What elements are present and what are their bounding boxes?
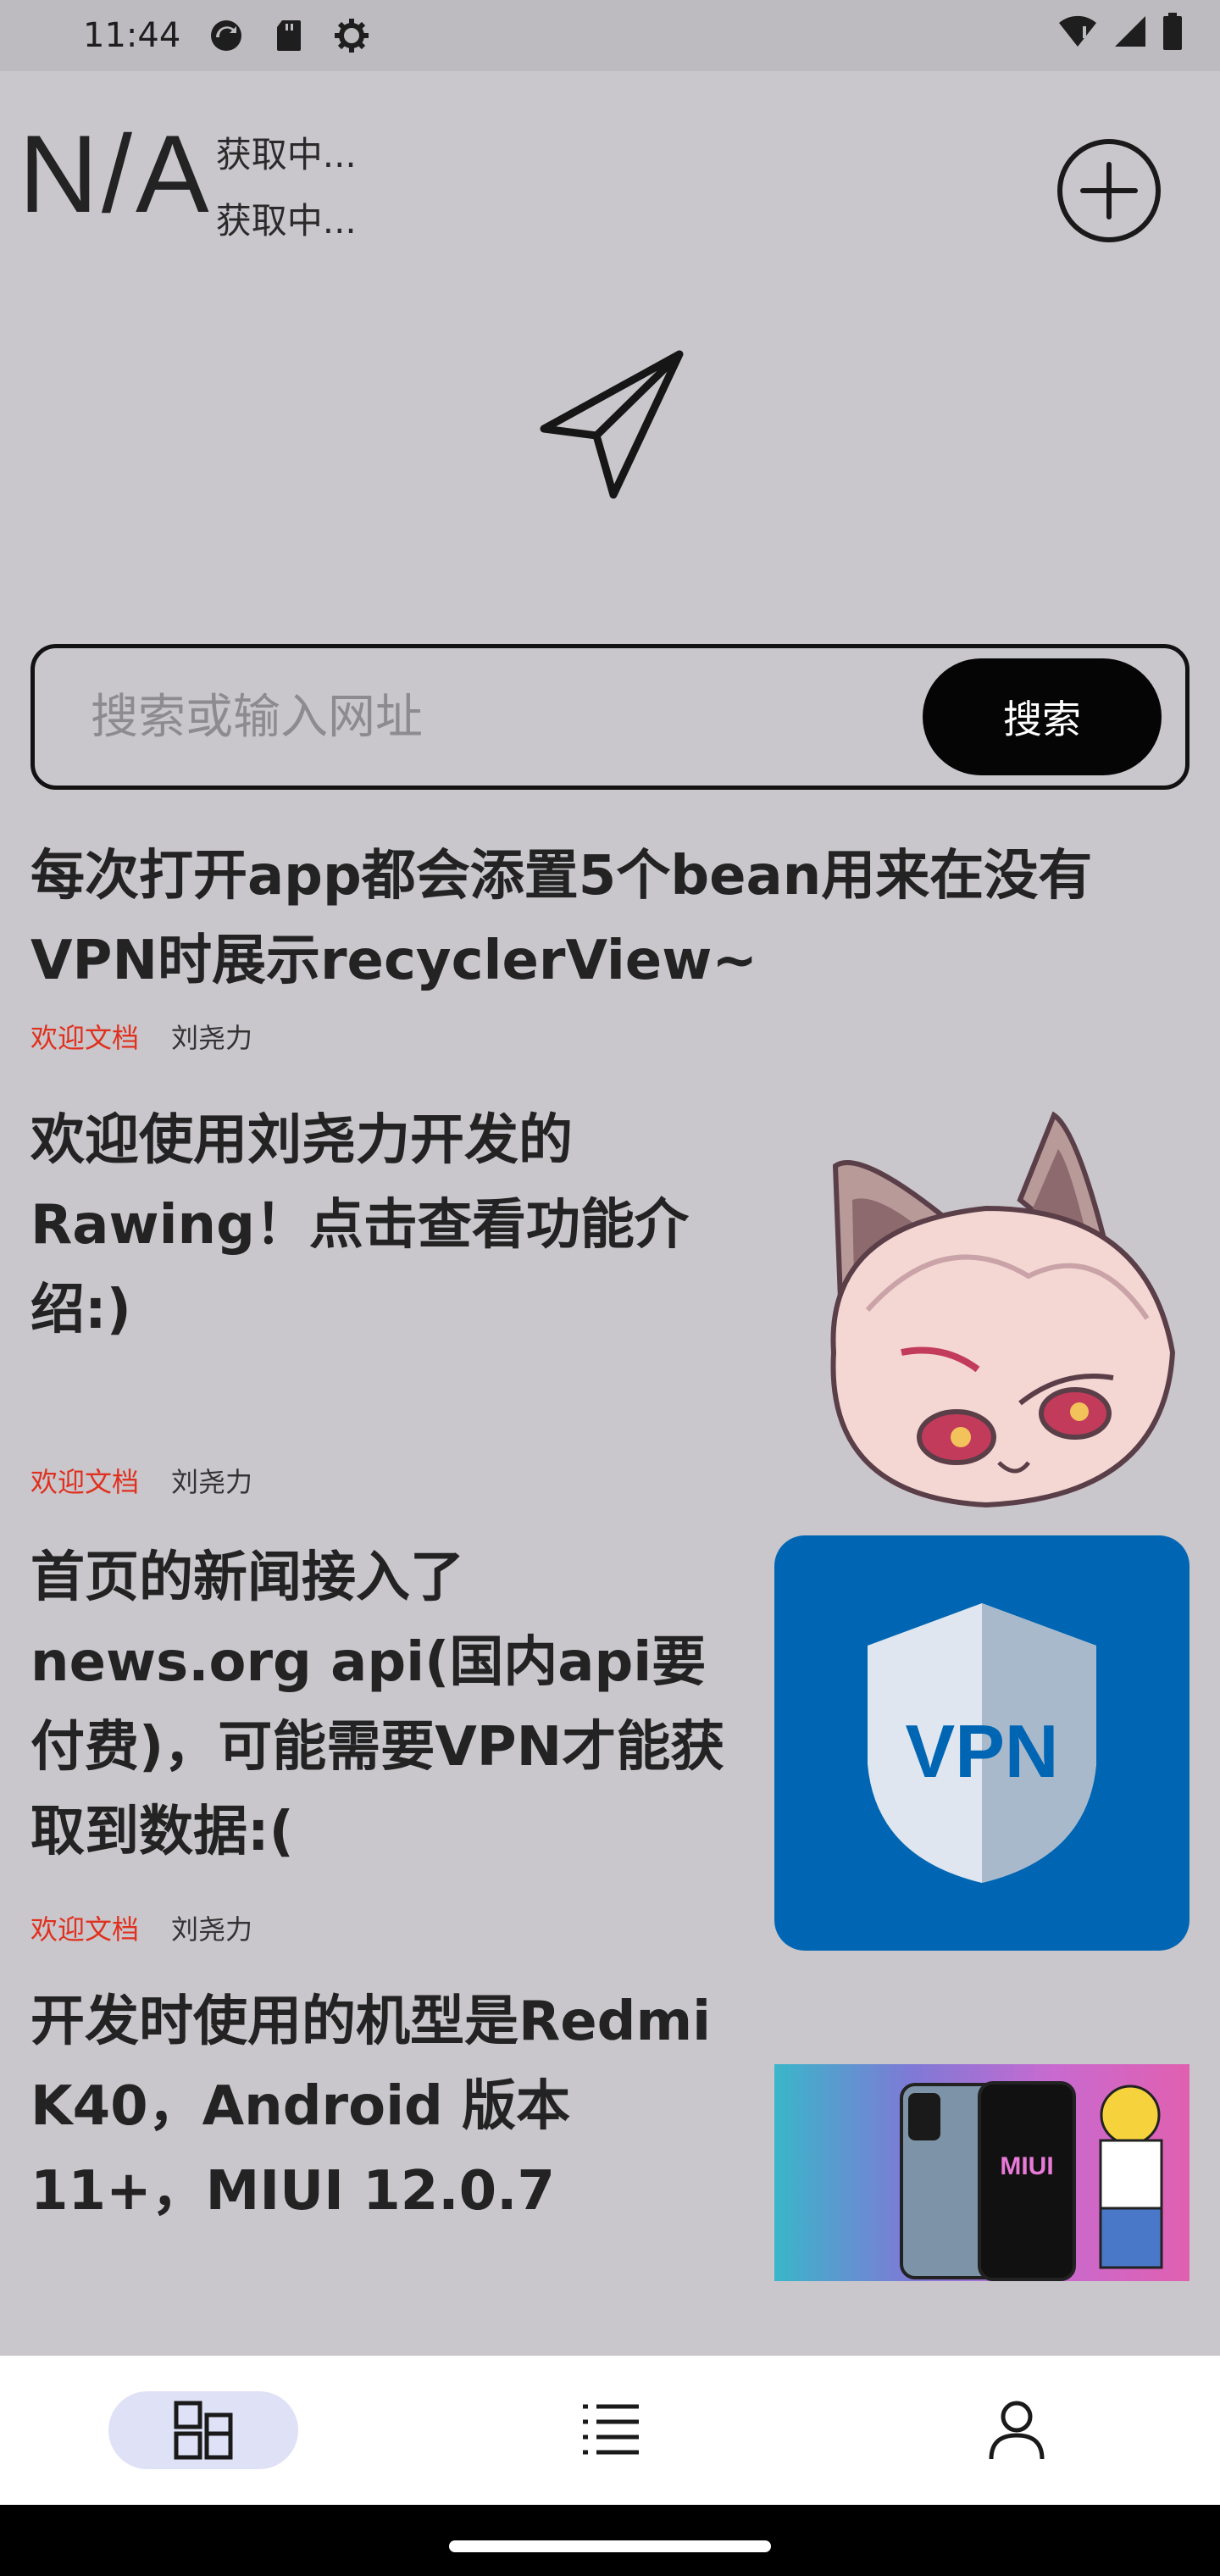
plus-circle-icon: [1057, 139, 1161, 242]
paper-plane-icon: [535, 347, 688, 500]
status-time: 11:44: [83, 16, 181, 55]
wifi-icon: [1057, 14, 1098, 57]
weather-line-2: 获取中...: [215, 200, 357, 242]
weather-widget[interactable]: N/A 获取中... 获取中...: [19, 119, 357, 254]
search-bar: 搜索: [30, 644, 1190, 790]
miui-phone-icon: MIUI: [774, 2064, 1190, 2281]
news-meta: 欢迎文档 刘尧力: [30, 1908, 252, 1947]
app-content: N/A 获取中... 获取中... 搜索 每次打开app都会添置5个bean用来…: [0, 71, 1220, 2356]
news-item[interactable]: 开发时使用的机型是Redmi K40，Android 版本 11+，MIUI 1…: [30, 1979, 1190, 2285]
news-title: 开发时使用的机型是Redmi K40，Android 版本 11+，MIUI 1…: [30, 1990, 712, 2223]
nav-tab-list[interactable]: [407, 2356, 813, 2505]
news-title: 欢迎使用刘尧力开发的Rawing！点击查看功能介绍:): [30, 1109, 689, 1341]
settings-gear-icon: [333, 17, 370, 54]
news-tag: 欢迎文档: [30, 1913, 140, 1946]
news-item[interactable]: 每次打开app都会添置5个bean用来在没有VPN时展示recyclerView…: [30, 834, 1190, 1096]
news-author: 刘尧力: [171, 1913, 253, 1946]
fox-girl-avatar-icon: [774, 1098, 1190, 1513]
cell-signal-icon: [1113, 14, 1147, 57]
nav-tab-dashboard[interactable]: [0, 2356, 407, 2505]
weather-line-1: 获取中...: [215, 134, 357, 175]
home-gesture-bar[interactable]: [449, 2540, 771, 2552]
search-input[interactable]: [35, 648, 923, 786]
status-bar: 11:44: [0, 0, 1220, 71]
vpn-label: VPN: [906, 1709, 1059, 1793]
list-icon: [583, 2404, 639, 2455]
news-item[interactable]: 首页的新闻接入了news.org api(国内api要付费)，可能需要VPN才能…: [30, 1535, 1190, 1959]
news-author: 刘尧力: [171, 1022, 253, 1054]
nav-tab-profile[interactable]: [813, 2356, 1220, 2505]
news-author: 刘尧力: [171, 1466, 253, 1498]
vpn-shield-icon: VPN: [774, 1535, 1190, 1951]
sync-icon: [208, 17, 245, 54]
news-tag: 欢迎文档: [30, 1466, 140, 1498]
news-item[interactable]: 欢迎使用刘尧力开发的Rawing！点击查看功能介绍:) 欢迎文档 刘尧力: [30, 1098, 1190, 1530]
person-icon: [989, 2401, 1045, 2460]
news-tag: 欢迎文档: [30, 1022, 140, 1054]
news-meta: 欢迎文档 刘尧力: [30, 1017, 252, 1056]
gesture-navigation-area: [0, 2505, 1220, 2576]
news-meta: 欢迎文档 刘尧力: [30, 1461, 252, 1500]
temperature: N/A: [19, 112, 213, 236]
search-button[interactable]: 搜索: [923, 658, 1162, 775]
bottom-navigation: [0, 2356, 1220, 2505]
battery-icon: [1162, 13, 1183, 58]
news-title: 首页的新闻接入了news.org api(国内api要付费)，可能需要VPN才能…: [30, 1546, 725, 1863]
miui-label: MIUI: [1000, 2152, 1053, 2180]
dashboard-icon: [174, 2401, 233, 2460]
add-button[interactable]: [1056, 137, 1162, 244]
sd-card-icon: [270, 17, 308, 54]
news-title: 每次打开app都会添置5个bean用来在没有VPN时展示recyclerView…: [30, 845, 1093, 992]
